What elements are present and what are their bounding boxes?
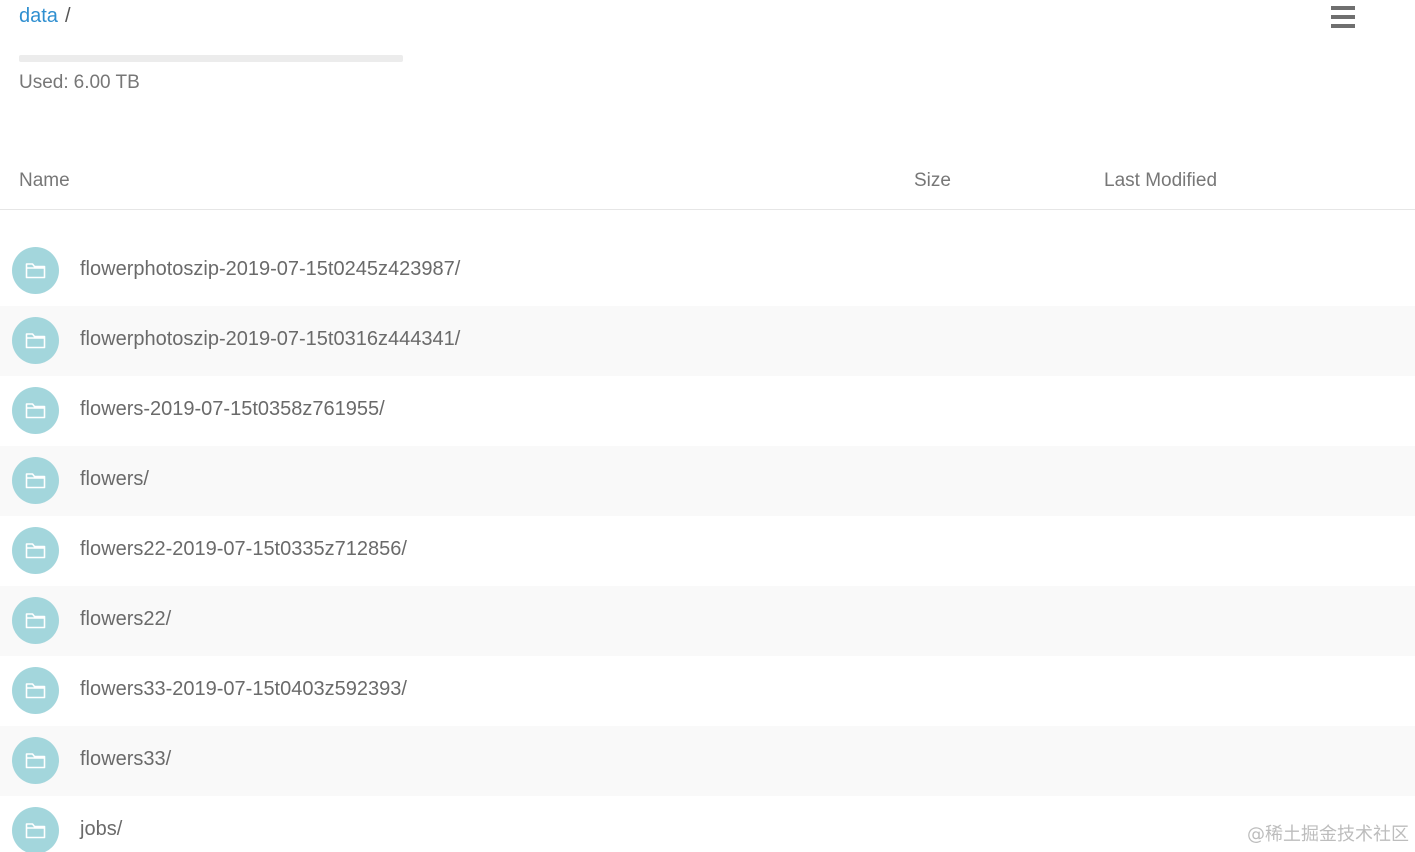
breadcrumb-root-link[interactable]: data [19, 5, 58, 27]
list-item[interactable]: flowerphotoszip-2019-07-15t0245z423987/ [0, 236, 1415, 306]
breadcrumb: data / [19, 2, 71, 30]
file-name[interactable]: jobs/ [80, 818, 122, 841]
file-name[interactable]: flowers22-2019-07-15t0335z712856/ [80, 538, 407, 561]
storage-usage-text: Used: 6.00 TB [19, 72, 140, 94]
file-name[interactable]: flowers33/ [80, 748, 171, 771]
folder-icon [12, 387, 59, 434]
column-header-size[interactable]: Size [914, 170, 951, 192]
list-item[interactable]: flowers33-2019-07-15t0403z592393/ [0, 656, 1415, 726]
file-name[interactable]: flowers-2019-07-15t0358z761955/ [80, 398, 385, 421]
folder-icon [12, 457, 59, 504]
list-item[interactable]: flowerphotoszip-2019-07-15t0316z444341/ [0, 306, 1415, 376]
list-item[interactable]: flowers-2019-07-15t0358z761955/ [0, 376, 1415, 446]
folder-icon [12, 597, 59, 644]
file-name[interactable]: flowers22/ [80, 608, 171, 631]
file-name[interactable]: flowerphotoszip-2019-07-15t0245z423987/ [80, 258, 460, 281]
file-list: flowerphotoszip-2019-07-15t0245z423987/f… [0, 236, 1415, 852]
folder-icon [12, 317, 59, 364]
folder-icon [12, 737, 59, 784]
usage-value: 6.00 TB [73, 72, 140, 93]
column-header-last-modified[interactable]: Last Modified [1104, 170, 1217, 192]
folder-icon [12, 807, 59, 852]
file-name[interactable]: flowers33-2019-07-15t0403z592393/ [80, 678, 407, 701]
file-browser: data / Used: 6.00 TB Name Size Last Modifi… [0, 0, 1415, 852]
list-item[interactable]: flowers22-2019-07-15t0335z712856/ [0, 516, 1415, 586]
list-item[interactable]: flowers33/ [0, 726, 1415, 796]
folder-icon [12, 247, 59, 294]
storage-usage-bar [19, 55, 403, 62]
hamburger-menu-button[interactable] [1326, 5, 1360, 31]
file-name[interactable]: flowers/ [80, 468, 149, 491]
list-item[interactable]: flowers/ [0, 446, 1415, 516]
usage-label: Used: [19, 72, 69, 93]
list-item[interactable]: jobs/ [0, 796, 1415, 852]
column-header-name[interactable]: Name [19, 170, 70, 192]
list-item[interactable]: flowers22/ [0, 586, 1415, 656]
breadcrumb-separator: / [64, 5, 71, 27]
file-name[interactable]: flowerphotoszip-2019-07-15t0316z444341/ [80, 328, 460, 351]
folder-icon [12, 527, 59, 574]
folder-icon [12, 667, 59, 714]
table-header: Name Size Last Modified [0, 160, 1415, 210]
watermark: @稀土掘金技术社区 [1247, 824, 1409, 845]
